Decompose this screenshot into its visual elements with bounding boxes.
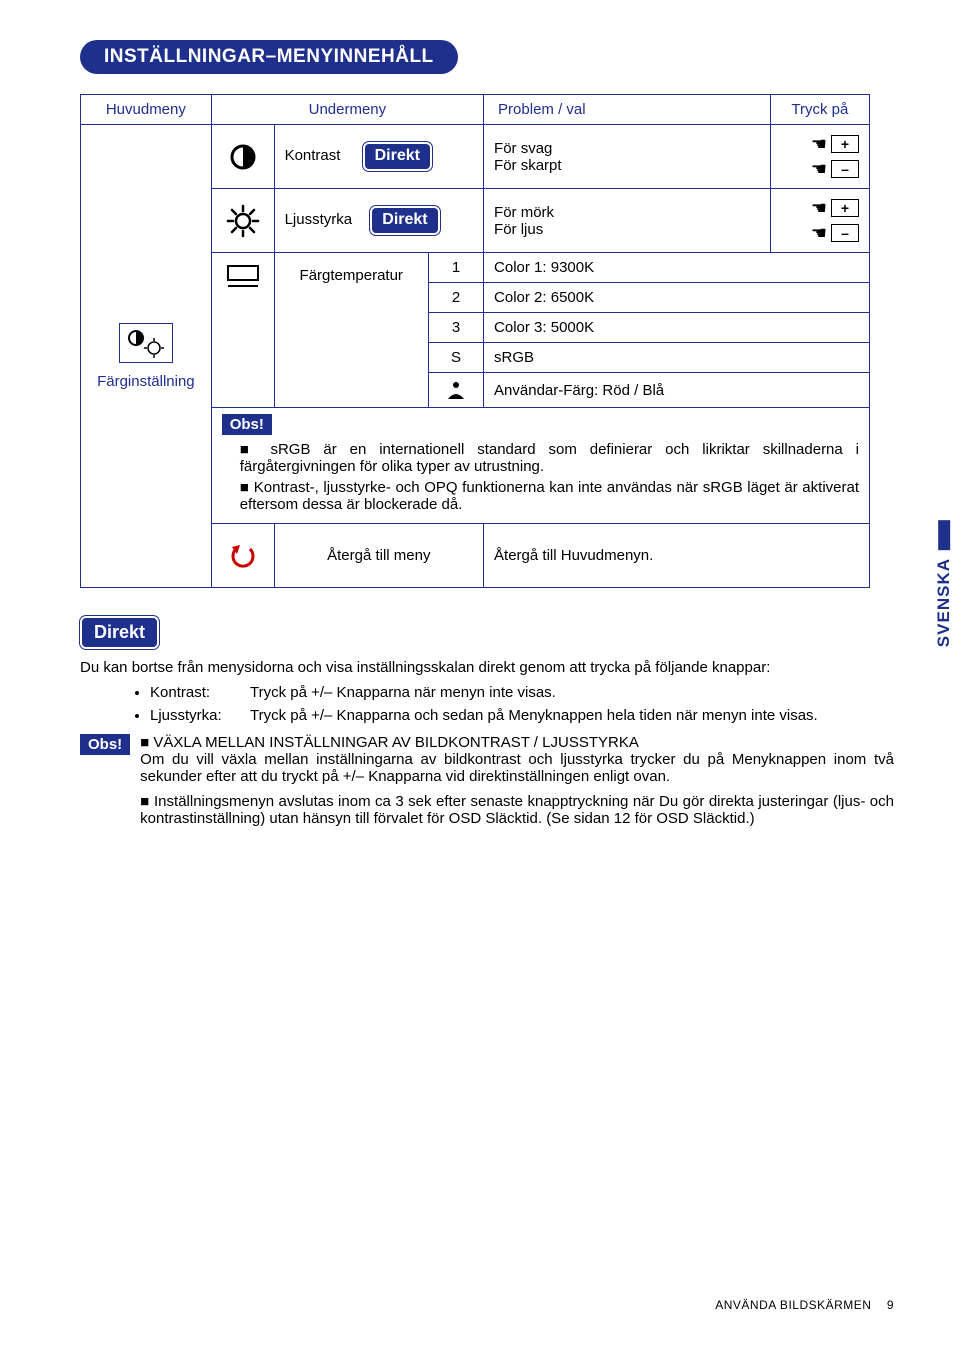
row-contrast: Färginställning Kontrast Direkt För svag…: [81, 125, 870, 189]
brightness-problem: För mörk För ljus: [484, 189, 771, 253]
brightness-too-dark: För mörk: [494, 204, 760, 221]
direkt-body-1: Tryck på +/– Knapparna när menyn inte vi…: [250, 684, 894, 701]
direkt-bullet-1: Kontrast: Tryck på +/– Knapparna när men…: [150, 684, 894, 701]
obs-note-cell: Obs! sRGB är en internationell standard …: [211, 408, 869, 524]
submenu-brightness-label: Ljusstyrka: [285, 211, 353, 228]
direkt-section-title: Direkt: [80, 616, 159, 649]
col-press: Tryck på: [770, 95, 869, 125]
plus-key[interactable]: +: [831, 135, 859, 153]
direkt-section: Direkt Du kan bortse från menysidorna oc…: [80, 616, 894, 835]
contrast-direkt-badge: Direkt: [363, 142, 432, 171]
direkt-term-2: Ljusstyrka:: [150, 707, 250, 724]
submenu-return-label: Återgå till meny: [274, 524, 483, 588]
page-footer: ANVÄNDA BILDSKÄRMEN 9: [715, 1298, 894, 1312]
arrow-icon: ☚: [811, 134, 827, 155]
footer-text: ANVÄNDA BILDSKÄRMEN: [715, 1298, 871, 1312]
direkt-intro: Du kan bortse från menysidorna och visa …: [80, 659, 894, 676]
color-opt-2: 2: [428, 283, 483, 313]
colortemp-icon: [211, 253, 274, 408]
main-menu-cell: Färginställning: [81, 125, 212, 588]
submenu-contrast-label: Kontrast: [285, 147, 341, 164]
contrast-too-sharp: För skarpt: [494, 157, 760, 174]
color-desc-user: Användar-Färg: Röd / Blå: [484, 373, 870, 408]
contrast-problem: För svag För skarpt: [484, 125, 771, 189]
language-side-tab: SVENSKA: [934, 520, 954, 647]
user-icon: [428, 373, 483, 408]
lower-obs-section: Obs! VÄXLA MELLAN INSTÄLLNINGAR AV BILDK…: [80, 734, 894, 835]
obs-item-1: sRGB är en internationell standard som d…: [240, 441, 859, 475]
brightness-keys: ☚+ ☚–: [781, 198, 859, 244]
section-heading: INSTÄLLNINGAR–MENYINNEHÅLL: [80, 40, 458, 74]
col-problem: Problem / val: [484, 95, 771, 125]
color-opt-1: 1: [428, 253, 483, 283]
return-icon: [211, 524, 274, 588]
minus-key[interactable]: –: [831, 224, 859, 242]
arrow-icon: ☚: [811, 223, 827, 244]
col-sub: Undermeny: [211, 95, 483, 125]
contrast-too-weak: För svag: [494, 140, 760, 157]
color-settings-icon: [119, 323, 173, 363]
contrast-cell: Kontrast Direkt: [274, 125, 483, 189]
color-opt-s: S: [428, 343, 483, 373]
color-desc-1: Color 1: 9300K: [484, 253, 870, 283]
side-tab-bar-icon: [938, 520, 950, 550]
main-menu-label: Färginställning: [91, 373, 201, 390]
footer-page: 9: [887, 1298, 894, 1312]
direkt-body-2: Tryck på +/– Knapparna och sedan på Meny…: [250, 707, 894, 724]
arrow-icon: ☚: [811, 159, 827, 180]
plus-key[interactable]: +: [831, 199, 859, 217]
table-header-row: Huvudmeny Undermeny Problem / val Tryck …: [81, 95, 870, 125]
lower-obs-item-2: Inställningsmenyn avslutas inom ca 3 sek…: [140, 793, 894, 827]
minus-key[interactable]: –: [831, 160, 859, 178]
col-main: Huvudmeny: [81, 95, 212, 125]
color-desc-3: Color 3: 5000K: [484, 313, 870, 343]
contrast-icon: [211, 125, 274, 189]
return-desc: Återgå till Huvudmenyn.: [484, 524, 870, 588]
color-opt-3: 3: [428, 313, 483, 343]
brightness-cell: Ljusstyrka Direkt: [274, 189, 483, 253]
brightness-icon: [211, 189, 274, 253]
direkt-term-1: Kontrast:: [150, 684, 250, 701]
brightness-too-light: För ljus: [494, 221, 760, 238]
arrow-icon: ☚: [811, 198, 827, 219]
lower-obs-item-1: VÄXLA MELLAN INSTÄLLNINGAR AV BILDKONTRA…: [140, 734, 894, 785]
contrast-keys: ☚+ ☚–: [781, 134, 859, 180]
settings-table: Huvudmeny Undermeny Problem / val Tryck …: [80, 94, 870, 588]
obs-item-2: Kontrast-, ljusstyrke- och OPQ funktione…: [240, 479, 859, 513]
obs-badge: Obs!: [222, 414, 272, 435]
submenu-colortemp-label: Färgtemperatur: [274, 253, 428, 408]
lower-obs-badge: Obs!: [80, 734, 130, 755]
brightness-direkt-badge: Direkt: [370, 206, 439, 235]
direkt-bullet-2: Ljusstyrka: Tryck på +/– Knapparna och s…: [150, 707, 894, 724]
color-desc-s: sRGB: [484, 343, 870, 373]
side-tab-label: SVENSKA: [934, 558, 954, 647]
color-desc-2: Color 2: 6500K: [484, 283, 870, 313]
